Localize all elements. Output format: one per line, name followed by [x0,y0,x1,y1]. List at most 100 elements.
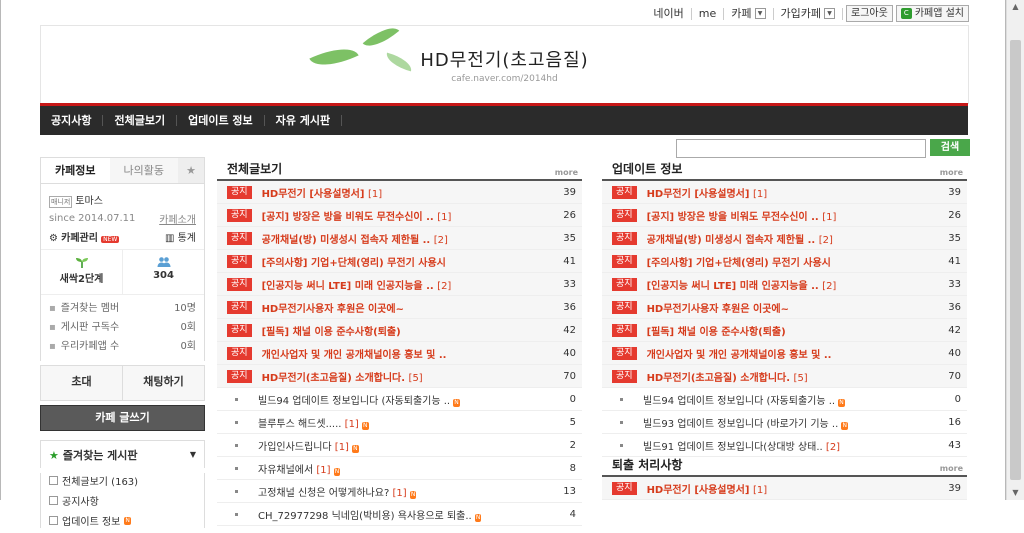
post-row[interactable]: 블루투스 해드셋..... [1] N 5 [217,411,582,434]
post-title[interactable]: HD무전기 [사용설명서] [262,189,365,200]
post-title[interactable]: [인공지능 써니 LTE] 미래 인공지능을 .. [262,281,434,292]
post-title[interactable]: [공지] 방장은 방을 비워도 무전수신이 .. [647,212,819,223]
post-row[interactable]: CH_72977298 닉네임(박비용) 욕사용으로 퇴출.. N 4 [217,503,582,526]
member-count[interactable]: 304 [122,250,204,294]
search-input[interactable] [676,139,926,158]
panel-title[interactable]: 퇴출 처리사항 [612,456,682,473]
post-row[interactable]: 빌드93 업데이트 정보입니다 (바로가기 기능 .. N 16 [602,411,967,434]
more-link[interactable]: more [940,168,963,177]
chevron-down-icon[interactable]: ▼ [824,8,835,19]
comment-count[interactable]: [1] [753,189,767,200]
menu-free-board[interactable]: 자유 게시판 [265,115,343,126]
post-row[interactable]: 빌드94 업데이트 정보입니다 (자동퇴출기능 .. N 0 [217,388,582,411]
comment-count[interactable]: [1] [345,419,359,430]
cafe-menu[interactable]: 카페 ▼ [724,7,774,20]
manager-name[interactable]: 토마스 [75,196,103,207]
notice-row[interactable]: 공지 [공지] 방장은 방을 비워도 무전수신이 .. [1] 26 [602,204,967,227]
post-title[interactable]: [공지] 방장은 방을 비워도 무전수신이 .. [262,212,434,223]
post-title[interactable]: [주의사항] 기업+단체(영리) 무전기 사용시 [262,258,446,269]
favorite-boards-header[interactable]: ★ 즐겨찾는 게시판 ▼ [40,440,205,468]
panel-title[interactable]: 전체글보기 [227,160,282,177]
comment-count[interactable]: [2] [819,235,833,246]
chat-button[interactable]: 채팅하기 [122,366,204,400]
scroll-up-icon[interactable]: ▲ [1007,0,1024,14]
post-title[interactable]: 빌드94 업데이트 정보입니다 (자동퇴출기능 .. [258,396,450,407]
post-title[interactable]: 개인사업자 및 개인 공개채널이용 홍보 및 .. [647,350,832,361]
list-item[interactable]: 게시판 구독수0회 [49,318,196,333]
comment-count[interactable]: [1] [437,212,451,223]
scroll-down-icon[interactable]: ▼ [1007,486,1024,500]
menu-notice[interactable]: 공지사항 [40,115,104,126]
tab-my-activity[interactable]: 나의활동 [109,158,178,183]
list-item[interactable]: 우리카페앱 수0회 [49,337,196,352]
install-app-button[interactable]: C 카페앱 설치 [895,5,969,22]
panel-title[interactable]: 업데이트 정보 [612,160,682,177]
vertical-scrollbar[interactable]: ▲ ▼ [1006,0,1024,500]
comment-count[interactable]: [1] [822,212,836,223]
notice-row[interactable]: 공지 [필독] 채널 이용 준수사항(퇴출) 42 [602,319,967,342]
notice-row[interactable]: 공지 [인공지능 써니 LTE] 미래 인공지능을 .. [2] 33 [602,273,967,296]
post-title[interactable]: HD무전기사용자 후원은 이곳에~ [647,304,789,315]
notice-row[interactable]: 공지 HD무전기(초고음질) 소개합니다. [5] 70 [602,365,967,388]
naver-link[interactable]: 네이버 [646,7,692,20]
post-title[interactable]: 자유채널에서 [258,465,313,476]
comment-count[interactable]: [2] [822,281,836,292]
menu-all-posts[interactable]: 전체글보기 [103,115,178,126]
list-item[interactable]: 전체글보기 (163) [49,473,196,488]
cafe-level[interactable]: 새싹2단계 [41,250,122,294]
post-title[interactable]: HD무전기(초고음질) 소개합니다. [262,373,406,384]
post-title[interactable]: HD무전기사용자 후원은 이곳에~ [262,304,404,315]
post-title[interactable]: 공개채널(방) 미생성시 접속자 제한될 .. [647,235,816,246]
write-post-button[interactable]: 카페 글쓰기 [40,405,205,431]
notice-row[interactable]: 공지 [주의사항] 기업+단체(영리) 무전기 사용시 41 [602,250,967,273]
logout-button[interactable]: 로그아웃 [846,5,893,22]
post-row[interactable]: 가입인사드립니다 [1] N 2 [217,434,582,457]
post-title[interactable]: [필독] 채널 이용 준수사항(퇴출) [647,327,786,338]
star-icon[interactable]: ★ [178,158,204,183]
search-button[interactable]: 검색 [930,139,970,156]
comment-count[interactable]: [5] [794,373,808,384]
cafe-title[interactable]: HD무전기(초고음질) [41,46,968,72]
notice-row[interactable]: 공지 HD무전기 [사용설명서] [1] 39 [602,477,967,500]
cafe-intro-link[interactable]: 카페소개 [159,211,196,226]
list-item[interactable]: 즐겨찾는 멤버10명 [49,299,196,314]
invite-button[interactable]: 초대 [41,366,122,400]
notice-row[interactable]: 공지 공개채널(방) 미생성시 접속자 제한될 .. [2] 35 [217,227,582,250]
comment-count[interactable]: [2] [826,442,840,453]
more-link[interactable]: more [940,464,963,473]
notice-row[interactable]: 공지 HD무전기 [사용설명서] [1] 39 [217,181,582,204]
notice-row[interactable]: 공지 HD무전기(초고음질) 소개합니다. [5] 70 [217,365,582,388]
post-title[interactable]: [주의사항] 기업+단체(영리) 무전기 사용시 [647,258,831,269]
list-item[interactable]: 공지사항 [49,493,196,508]
post-title[interactable]: [필독] 채널 이용 준수사항(퇴출) [262,327,401,338]
comment-count[interactable]: [2] [434,235,448,246]
notice-row[interactable]: 공지 [인공지능 써니 LTE] 미래 인공지능을 .. [2] 33 [217,273,582,296]
post-row[interactable]: 자유채널에서 [1] N 8 [217,457,582,480]
comment-count[interactable]: [1] [392,488,406,499]
notice-row[interactable]: 공지 HD무전기사용자 후원은 이곳에~ 36 [217,296,582,319]
comment-count[interactable]: [1] [368,189,382,200]
notice-row[interactable]: 공지 HD무전기사용자 후원은 이곳에~ 36 [602,296,967,319]
more-link[interactable]: more [555,168,578,177]
comment-count[interactable]: [1] [335,442,349,453]
post-title[interactable]: 개인사업자 및 개인 공개채널이용 홍보 및 .. [262,350,447,361]
post-row[interactable]: 빌드94 업데이트 정보입니다 (자동퇴출기능 .. N 0 [602,388,967,411]
post-title[interactable]: HD무전기 [사용설명서] [647,485,750,496]
notice-row[interactable]: 공지 개인사업자 및 개인 공개채널이용 홍보 및 .. 40 [217,342,582,365]
comment-count[interactable]: [5] [409,373,423,384]
post-title[interactable]: CH_72977298 닉네임(박비용) 욕사용으로 퇴출.. [258,511,472,522]
comment-count[interactable]: [2] [437,281,451,292]
menu-updates[interactable]: 업데이트 정보 [177,115,265,126]
post-title[interactable]: 공개채널(방) 미생성시 접속자 제한될 .. [262,235,431,246]
notice-row[interactable]: 공지 개인사업자 및 개인 공개채널이용 홍보 및 .. 40 [602,342,967,365]
post-title[interactable]: 빌드94 업데이트 정보입니다 (자동퇴출기능 .. [643,396,835,407]
post-title[interactable]: 빌드91 업데이트 정보입니다(상대방 상태.. [643,442,823,453]
post-title[interactable]: HD무전기(초고음질) 소개합니다. [647,373,791,384]
joined-cafe-menu[interactable]: 가입카페 ▼ [774,7,843,20]
post-title[interactable]: 블루투스 해드셋..... [258,419,341,430]
comment-count[interactable]: [1] [753,485,767,496]
notice-row[interactable]: 공지 [공지] 방장은 방을 비워도 무전수신이 .. [1] 26 [217,204,582,227]
comment-count[interactable]: [1] [316,465,330,476]
scroll-thumb[interactable] [1010,40,1021,480]
chevron-down-icon[interactable]: ▼ [190,450,196,459]
